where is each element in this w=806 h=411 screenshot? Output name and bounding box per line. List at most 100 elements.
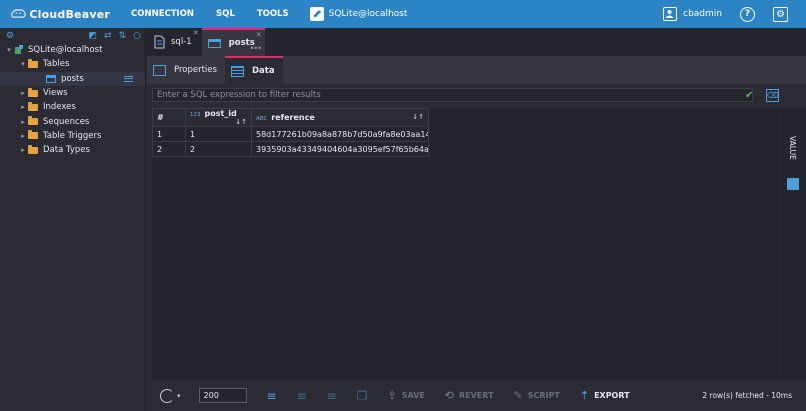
chevron-down-icon[interactable]: ▾ bbox=[4, 46, 14, 54]
chevron-right-icon[interactable]: ▸ bbox=[18, 103, 28, 111]
cell-index[interactable]: 2 bbox=[152, 141, 186, 157]
editor-tabs: sql-1 ✕ posts ✕ ••• bbox=[147, 28, 806, 56]
menu-sql[interactable]: SQL bbox=[205, 9, 246, 19]
column-header-index[interactable]: # bbox=[152, 108, 186, 127]
top-right-controls: cbadmin ? ⚙ bbox=[663, 0, 806, 28]
help-icon[interactable]: ? bbox=[740, 6, 755, 22]
settings-gear-icon[interactable]: ⚙ bbox=[6, 31, 14, 41]
more-icon[interactable]: ••• bbox=[250, 44, 262, 53]
column-header-post-id[interactable]: 123 post_id ↓↑ bbox=[185, 108, 252, 127]
navigator-toolbar: ⚙ ◩ ⇄ ⇅ ○ bbox=[0, 28, 145, 43]
tree-node-indexes[interactable]: ▸ Indexes bbox=[0, 100, 145, 114]
chevron-right-icon[interactable]: ▸ bbox=[18, 146, 28, 154]
tab-label: sql-1 bbox=[171, 37, 192, 47]
tree-node-sequences[interactable]: ▸ Sequences bbox=[0, 114, 145, 128]
search-icon[interactable]: ○ bbox=[133, 31, 141, 41]
object-subtabs: Properties Data bbox=[147, 56, 806, 84]
tab-sql-1[interactable]: sql-1 ✕ bbox=[147, 28, 202, 56]
menu-icon[interactable] bbox=[124, 75, 133, 82]
tree-node-label: SQLite@localhost bbox=[28, 45, 103, 56]
cell-reference[interactable]: 3935903a43349404604a3095ef57f65b64a4ea6.… bbox=[251, 141, 429, 157]
menu-connection[interactable]: CONNECTION bbox=[120, 9, 205, 19]
cell-post-id[interactable]: 1 bbox=[185, 126, 252, 142]
fetch-status: 2 row(s) fetched - 10ms bbox=[702, 391, 792, 400]
apply-filter-check-icon[interactable]: ✔ bbox=[745, 90, 753, 101]
tree-node-tables[interactable]: ▾ Tables bbox=[0, 57, 145, 71]
export-icon: ⇡ bbox=[579, 389, 590, 402]
chevron-right-icon[interactable]: ▸ bbox=[18, 89, 28, 97]
cell-index[interactable]: 1 bbox=[152, 126, 186, 142]
chevron-right-icon[interactable]: ▸ bbox=[18, 118, 28, 126]
tab-posts[interactable]: posts ✕ ••• bbox=[201, 28, 265, 56]
link-icon[interactable]: ◩ bbox=[89, 31, 98, 41]
tab-data[interactable]: Data bbox=[224, 56, 283, 84]
tree-node-label: Views bbox=[43, 88, 68, 99]
cell-post-id[interactable]: 2 bbox=[185, 141, 252, 157]
add-row-icon[interactable]: ≡ bbox=[267, 389, 277, 403]
subtab-label: Properties bbox=[174, 65, 217, 75]
user-name: cbadmin bbox=[683, 9, 722, 19]
tree-node-posts[interactable]: posts bbox=[0, 71, 145, 86]
chevron-right-icon[interactable]: ▸ bbox=[18, 132, 28, 140]
navigator-sidebar: ⚙ ◩ ⇄ ⇅ ○ ▾ SQLite@localhost ▾ Tables po… bbox=[0, 28, 146, 411]
sql-script-icon bbox=[153, 35, 165, 49]
app-logo[interactable]: CloudBeaver bbox=[10, 5, 110, 23]
save-icon: ⇪ bbox=[387, 389, 397, 402]
settings-gear-icon[interactable]: ⚙ bbox=[773, 6, 788, 22]
active-connection-selector[interactable]: SQLite@localhost bbox=[309, 7, 408, 21]
copy-row-icon[interactable]: ❐ bbox=[357, 389, 368, 403]
grid-bottom-toolbar: ▾ ≡ ≡ ≡ ❐ ⇪SAVE ⟲REVERT ✎SCRIPT ⇡EXPORT … bbox=[147, 380, 806, 411]
tree-node-label: posts bbox=[61, 73, 84, 84]
tree-node-label: Sequences bbox=[43, 116, 90, 127]
table-row[interactable]: 1 1 58d177261b09a8a878b7d50a9fa8e03aa143… bbox=[152, 126, 429, 142]
chevron-down-icon[interactable]: ▾ bbox=[177, 392, 181, 400]
tree-node-label: Indexes bbox=[43, 102, 76, 113]
chevron-down-icon[interactable]: ▾ bbox=[18, 60, 28, 68]
clear-filter-eraser-icon[interactable]: ⌫ bbox=[766, 89, 779, 102]
folder-icon bbox=[28, 58, 38, 68]
folder-icon bbox=[28, 116, 38, 126]
save-button[interactable]: ⇪ SAVE bbox=[387, 389, 424, 402]
beaver-logo-icon bbox=[11, 9, 26, 18]
column-header-reference[interactable]: ABC reference ↓↑ bbox=[251, 108, 429, 127]
script-icon: ✎ bbox=[513, 389, 523, 402]
refresh-icon[interactable] bbox=[160, 388, 174, 403]
value-panel-toggle[interactable]: VALUE bbox=[780, 108, 806, 380]
user-icon bbox=[663, 7, 678, 21]
revert-icon: ⟲ bbox=[444, 389, 454, 402]
active-connection-label: SQLite@localhost bbox=[328, 9, 408, 19]
revert-button[interactable]: ⟲ REVERT bbox=[445, 389, 494, 402]
table-header-row: # 123 post_id ↓↑ ABC reference ↓↑ bbox=[152, 108, 429, 127]
table-row[interactable]: 2 2 3935903a43349404604a3095ef57f65b64a4… bbox=[152, 141, 429, 157]
export-button[interactable]: ⇡ EXPORT bbox=[580, 389, 630, 402]
top-bar: CloudBeaver CONNECTION SQL TOOLS SQLite@… bbox=[0, 0, 806, 28]
value-panel-label: VALUE bbox=[788, 136, 797, 160]
fetch-size-input[interactable] bbox=[198, 388, 247, 403]
sort-icon[interactable]: ↓↑ bbox=[412, 113, 424, 121]
cell-reference[interactable]: 58d177261b09a8a878b7d50a9fa8e03aa143525.… bbox=[251, 126, 429, 142]
collapse-icon[interactable]: ⇅ bbox=[119, 31, 127, 41]
close-icon[interactable]: ✕ bbox=[193, 29, 199, 37]
tree-node-connection[interactable]: ▾ SQLite@localhost bbox=[0, 43, 145, 57]
main-menu: CONNECTION SQL TOOLS bbox=[120, 9, 300, 19]
tree-node-data-types[interactable]: ▸ Data Types bbox=[0, 143, 145, 157]
tree-node-table-triggers[interactable]: ▸ Table Triggers bbox=[0, 129, 145, 143]
database-icon bbox=[14, 45, 23, 55]
script-button[interactable]: ✎ SCRIPT bbox=[514, 389, 560, 402]
delete-row-icon[interactable]: ≡ bbox=[327, 389, 337, 403]
tree-node-label: Table Triggers bbox=[43, 130, 102, 141]
logo-text: CloudBeaver bbox=[29, 7, 110, 21]
tab-properties[interactable]: Properties bbox=[147, 56, 225, 84]
table-icon bbox=[46, 74, 56, 83]
sort-icon[interactable]: ↓↑ bbox=[235, 118, 247, 126]
close-icon[interactable]: ✕ bbox=[256, 31, 262, 39]
menu-tools[interactable]: TOOLS bbox=[246, 9, 300, 19]
folder-icon bbox=[28, 130, 38, 140]
folder-icon bbox=[28, 144, 38, 154]
user-menu[interactable]: cbadmin bbox=[663, 7, 722, 21]
tree-node-views[interactable]: ▸ Views bbox=[0, 86, 145, 100]
sync-icon[interactable]: ⇄ bbox=[104, 31, 112, 41]
duplicate-row-icon[interactable]: ≡ bbox=[297, 389, 307, 403]
filter-input[interactable]: Enter a SQL expression to filter results bbox=[152, 88, 753, 102]
value-viewer-icon[interactable] bbox=[787, 178, 799, 190]
